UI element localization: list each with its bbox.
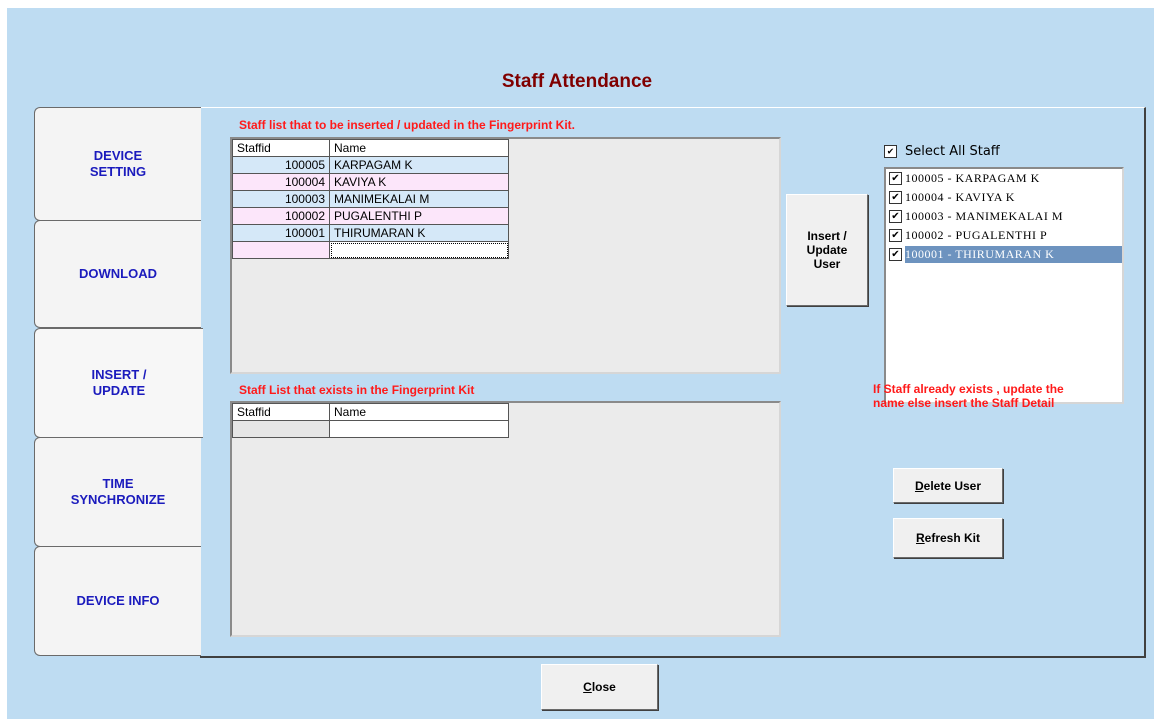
column-header-staffid: Staffid [232,403,330,421]
checkbox-check-icon[interactable]: ✔ [889,191,902,204]
checkbox-check-icon[interactable]: ✔ [889,210,902,223]
button-label: Delete User [915,479,981,493]
checkbox-check-icon: ✔ [884,145,897,158]
bottom-grid-label: Staff List that exists in the Fingerprin… [239,383,475,397]
select-all-label: Select All Staff [905,144,1000,159]
button-label-rest: lose [591,680,616,694]
list-item[interactable]: ✔ 100005 - KARPAGAM K [886,169,1122,188]
name-cell[interactable]: KAVIYA K [329,173,509,191]
list-item-selected[interactable]: ✔ 100001 - THIRUMARAN K [886,245,1122,264]
new-row[interactable] [232,241,509,259]
tab-label: INSERT / UPDATE [91,367,147,398]
table-row[interactable]: 100003 MANIMEKALAI M [232,190,509,208]
staffid-cell[interactable] [232,420,330,438]
new-row[interactable] [232,420,509,438]
list-item-label: 100002 - PUGALENTHI P [905,228,1048,242]
button-label-rest: efresh Kit [924,531,981,545]
insert-update-user-button[interactable]: Insert / Update User [786,194,868,306]
button-label: Insert / Update User [806,229,848,271]
list-item[interactable]: ✔ 100002 - PUGALENTHI P [886,226,1122,245]
staffid-cell[interactable]: 100002 [232,207,330,225]
staff-checklist[interactable]: ✔ 100005 - KARPAGAM K ✔ 100004 - KAVIYA … [884,167,1124,404]
button-label: Refresh Kit [916,531,980,545]
table-header-row: Staffid Name [232,139,509,157]
checkbox-check-icon[interactable]: ✔ [889,229,902,242]
tab-time-synchronize[interactable]: TIME SYNCHRONIZE [34,437,201,547]
name-cell[interactable] [329,241,509,259]
button-label-rest: elete User [923,478,982,493]
name-cell[interactable]: KARPAGAM K [329,156,509,174]
table-row[interactable]: 100005 KARPAGAM K [232,156,509,174]
staffid-cell[interactable]: 100004 [232,173,330,191]
tab-insert-update[interactable]: INSERT / UPDATE [34,328,203,438]
tab-label: DOWNLOAD [79,266,157,281]
name-cell[interactable]: THIRUMARAN K [329,224,509,242]
name-cell[interactable]: PUGALENTHI P [329,207,509,225]
staffid-cell[interactable]: 100001 [232,224,330,242]
column-header-name: Name [329,139,509,157]
checkbox-check-icon[interactable]: ✔ [889,172,902,185]
top-grid-label: Staff list that to be inserted / updated… [239,118,576,132]
mnemonic-letter: R [915,531,925,545]
tab-label: DEVICE SETTING [89,148,147,179]
refresh-kit-button[interactable]: Refresh Kit [893,518,1003,558]
mnemonic-letter: C [583,680,592,694]
insert-staff-table: Staffid Name 100005 KARPAGAM K 100004 KA… [232,139,509,259]
insert-staff-grid[interactable]: Staffid Name 100005 KARPAGAM K 100004 KA… [230,137,781,374]
tab-device-setting[interactable]: DEVICE SETTING [34,107,201,221]
delete-user-button[interactable]: Delete User [893,468,1003,503]
tab-label: TIME SYNCHRONIZE [70,476,166,507]
staffid-cell[interactable] [232,241,330,259]
info-note: If Staff already exists , update the nam… [873,382,1064,410]
list-item-label: 100005 - KARPAGAM K [905,171,1040,185]
list-item-label: 100004 - KAVIYA K [905,190,1015,204]
kit-staff-grid[interactable]: Staffid Name [230,401,781,637]
list-item-label: 100003 - MANIMEKALAI M [905,209,1063,223]
table-row[interactable]: 100001 THIRUMARAN K [232,224,509,242]
tab-download[interactable]: DOWNLOAD [34,220,201,328]
button-label: Close [583,680,616,694]
page-title: Staff Attendance [501,71,653,92]
list-item[interactable]: ✔ 100003 - MANIMEKALAI M [886,207,1122,226]
list-item-label: 100001 - THIRUMARAN K [905,246,1122,263]
close-button[interactable]: Close [541,664,658,710]
name-cell[interactable]: MANIMEKALAI M [329,190,509,208]
mnemonic-letter: D [914,478,924,493]
kit-staff-table: Staffid Name [232,403,509,438]
select-all-staff-checkbox[interactable]: ✔ Select All Staff [884,144,1000,159]
column-header-staffid: Staffid [232,139,330,157]
checkbox-check-icon[interactable]: ✔ [889,248,902,261]
table-row[interactable]: 100004 KAVIYA K [232,173,509,191]
tab-device-info[interactable]: DEVICE INFO [34,546,201,656]
staffid-cell[interactable]: 100003 [232,190,330,208]
table-row[interactable]: 100002 PUGALENTHI P [232,207,509,225]
tab-label: DEVICE INFO [76,593,160,608]
table-header-row: Staffid Name [232,403,509,421]
list-item[interactable]: ✔ 100004 - KAVIYA K [886,188,1122,207]
column-header-name: Name [329,403,509,421]
staffid-cell[interactable]: 100005 [232,156,330,174]
name-cell[interactable] [329,420,509,438]
